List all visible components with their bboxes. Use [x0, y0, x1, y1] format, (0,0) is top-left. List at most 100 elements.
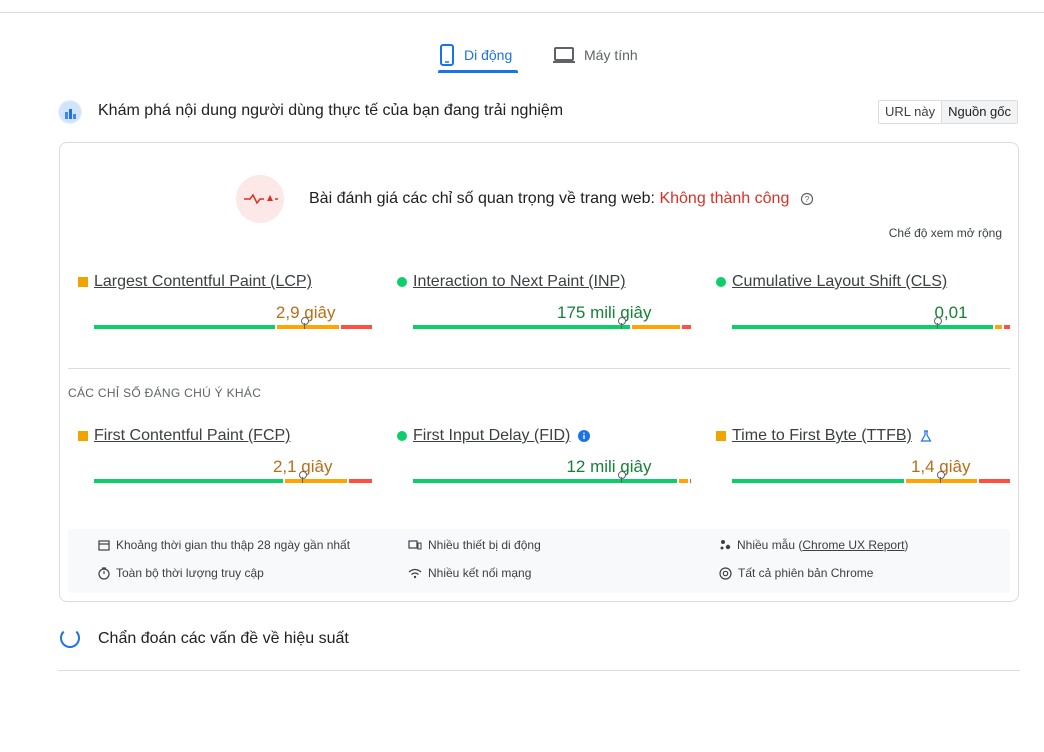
distribution-good — [732, 479, 905, 483]
metric-cls-label: Cumulative Layout Shift (CLS) — [732, 273, 948, 290]
distribution-good — [732, 325, 994, 329]
metric-fid-value: 12 mili giây — [566, 457, 652, 476]
distribution-poor — [978, 479, 1010, 483]
average-square-icon — [78, 277, 88, 287]
metric-lcp-label: Largest Contentful Paint (LCP) — [94, 273, 312, 290]
metric-inp: Interaction to Next Paint (INP) 175 mili … — [397, 273, 691, 343]
p75-marker-line — [620, 323, 622, 329]
other-metrics-title: CÁC CHỈ SỐ ĐÁNG CHÚ Ý KHÁC — [68, 386, 262, 400]
info-network: Nhiều kết nối mạng — [408, 566, 531, 580]
help-icon[interactable]: ? — [800, 192, 814, 206]
tab-mobile-label: Di động — [464, 47, 513, 63]
info-samples-suffix: ) — [904, 538, 909, 552]
distribution-poor — [340, 325, 372, 329]
field-data-info: Khoảng thời gian thu thập 28 ngày gần nh… — [68, 529, 1010, 593]
assessment-label: Bài đánh giá các chỉ số quan trọng về tr… — [309, 190, 655, 207]
cwv-assessment: Bài đánh giá các chỉ số quan trọng về tr… — [309, 190, 814, 208]
expand-view-link[interactable]: Chế độ xem mở rộng — [889, 226, 1002, 240]
samples-icon — [720, 540, 731, 550]
p75-marker-line — [304, 323, 306, 329]
distribution-poor — [681, 325, 691, 329]
p75-marker-line — [939, 477, 941, 483]
metric-lcp-name[interactable]: Largest Contentful Paint (LCP) — [78, 273, 312, 291]
chrome-icon — [719, 566, 732, 580]
info-icon[interactable] — [578, 430, 591, 442]
p75-marker-line — [301, 477, 303, 483]
metric-lcp-distribution — [94, 317, 372, 329]
metric-ttfb-name[interactable]: Time to First Byte (TTFB) — [716, 427, 932, 445]
p75-marker — [933, 317, 942, 325]
metric-lcp: Largest Contentful Paint (LCP) 2,9 giây — [78, 273, 372, 343]
distribution-needs-improvement — [276, 325, 339, 329]
average-square-icon — [78, 431, 88, 441]
distribution-needs-improvement — [679, 479, 689, 483]
p75-marker-line — [936, 323, 938, 329]
distribution-poor — [690, 479, 692, 483]
distribution-poor — [348, 479, 372, 483]
top-divider — [0, 12, 1044, 13]
bottom-divider — [58, 670, 1020, 671]
metric-fcp-name[interactable]: First Contentful Paint (FCP) — [78, 427, 291, 445]
metric-fid-label: First Input Delay (FID) — [413, 427, 571, 444]
tab-mobile[interactable]: Di động — [438, 36, 512, 74]
laptop-icon — [553, 47, 575, 63]
good-dot-icon — [397, 431, 407, 441]
toggle-url[interactable]: URL này — [879, 101, 941, 123]
p75-marker — [617, 317, 626, 325]
metric-fcp: First Contentful Paint (FCP) 2,1 giây — [78, 427, 372, 497]
crux-users-icon — [58, 100, 82, 124]
crux-report-link[interactable]: Chrome UX Report — [802, 538, 904, 552]
metric-fid-distribution — [413, 471, 692, 483]
metric-ttfb-label: Time to First Byte (TTFB) — [732, 427, 912, 444]
distribution-good — [413, 325, 630, 329]
metric-fid-name[interactable]: First Input Delay (FID) — [397, 427, 591, 445]
metric-cls-distribution — [732, 317, 1010, 329]
metric-inp-distribution — [413, 317, 691, 329]
good-dot-icon — [397, 277, 407, 287]
metric-cls: Cumulative Layout Shift (CLS) 0,01 — [716, 273, 1010, 343]
tab-desktop-label: Máy tính — [584, 47, 638, 63]
metric-cls-name[interactable]: Cumulative Layout Shift (CLS) — [716, 273, 947, 291]
info-chrome: Tất cả phiên bản Chrome — [719, 566, 873, 580]
experimental-flask-icon — [920, 430, 932, 442]
info-duration-text: Toàn bộ thời lượng truy cập — [116, 566, 264, 580]
metric-inp-value: 175 mili giây — [557, 303, 652, 322]
diagnostics-header: Chẩn đoán các vấn đề về hiệu suất — [58, 626, 1020, 656]
distribution-needs-improvement — [906, 479, 977, 483]
wifi-icon — [408, 568, 422, 578]
info-devices-text: Nhiều thiết bị di động — [428, 538, 541, 552]
loading-spinner-icon — [60, 628, 80, 648]
metric-inp-name[interactable]: Interaction to Next Paint (INP) — [397, 273, 626, 291]
timer-icon — [98, 566, 110, 580]
field-data-header: Khám phá nội dung người dùng thực tế của… — [58, 98, 1020, 126]
svg-text:?: ? — [805, 195, 810, 204]
metrics-divider — [68, 368, 1010, 369]
p75-marker — [298, 471, 307, 479]
p75-marker-line — [620, 477, 622, 483]
info-network-text: Nhiều kết nối mạng — [428, 566, 532, 580]
info-devices: Nhiều thiết bị di động — [408, 538, 541, 552]
distribution-good — [413, 479, 678, 483]
phone-icon — [440, 44, 454, 66]
toggle-origin[interactable]: Nguồn gốc — [941, 101, 1017, 123]
tab-desktop[interactable]: Máy tính — [552, 36, 638, 74]
info-chrome-text: Tất cả phiên bản Chrome — [738, 566, 874, 580]
metric-fcp-label: First Contentful Paint (FCP) — [94, 427, 291, 444]
distribution-needs-improvement — [631, 325, 680, 329]
metric-ttfb-distribution — [732, 471, 1010, 483]
average-square-icon — [716, 431, 726, 441]
distribution-poor — [1003, 325, 1010, 329]
devices-icon — [408, 540, 422, 550]
device-tabs: Di động Máy tính — [0, 36, 1044, 76]
assessment-status: Không thành công — [659, 190, 790, 207]
active-tab-indicator — [438, 70, 518, 73]
distribution-needs-improvement — [285, 479, 347, 483]
calendar-icon — [98, 540, 110, 551]
p75-marker — [301, 317, 310, 325]
p75-marker — [617, 471, 626, 479]
metric-fid: First Input Delay (FID) 12 mili giây — [397, 427, 692, 497]
distribution-good — [94, 479, 284, 483]
diagnostics-title: Chẩn đoán các vấn đề về hiệu suất — [98, 630, 349, 647]
fail-icon — [236, 175, 284, 223]
distribution-needs-improvement — [995, 325, 1002, 329]
